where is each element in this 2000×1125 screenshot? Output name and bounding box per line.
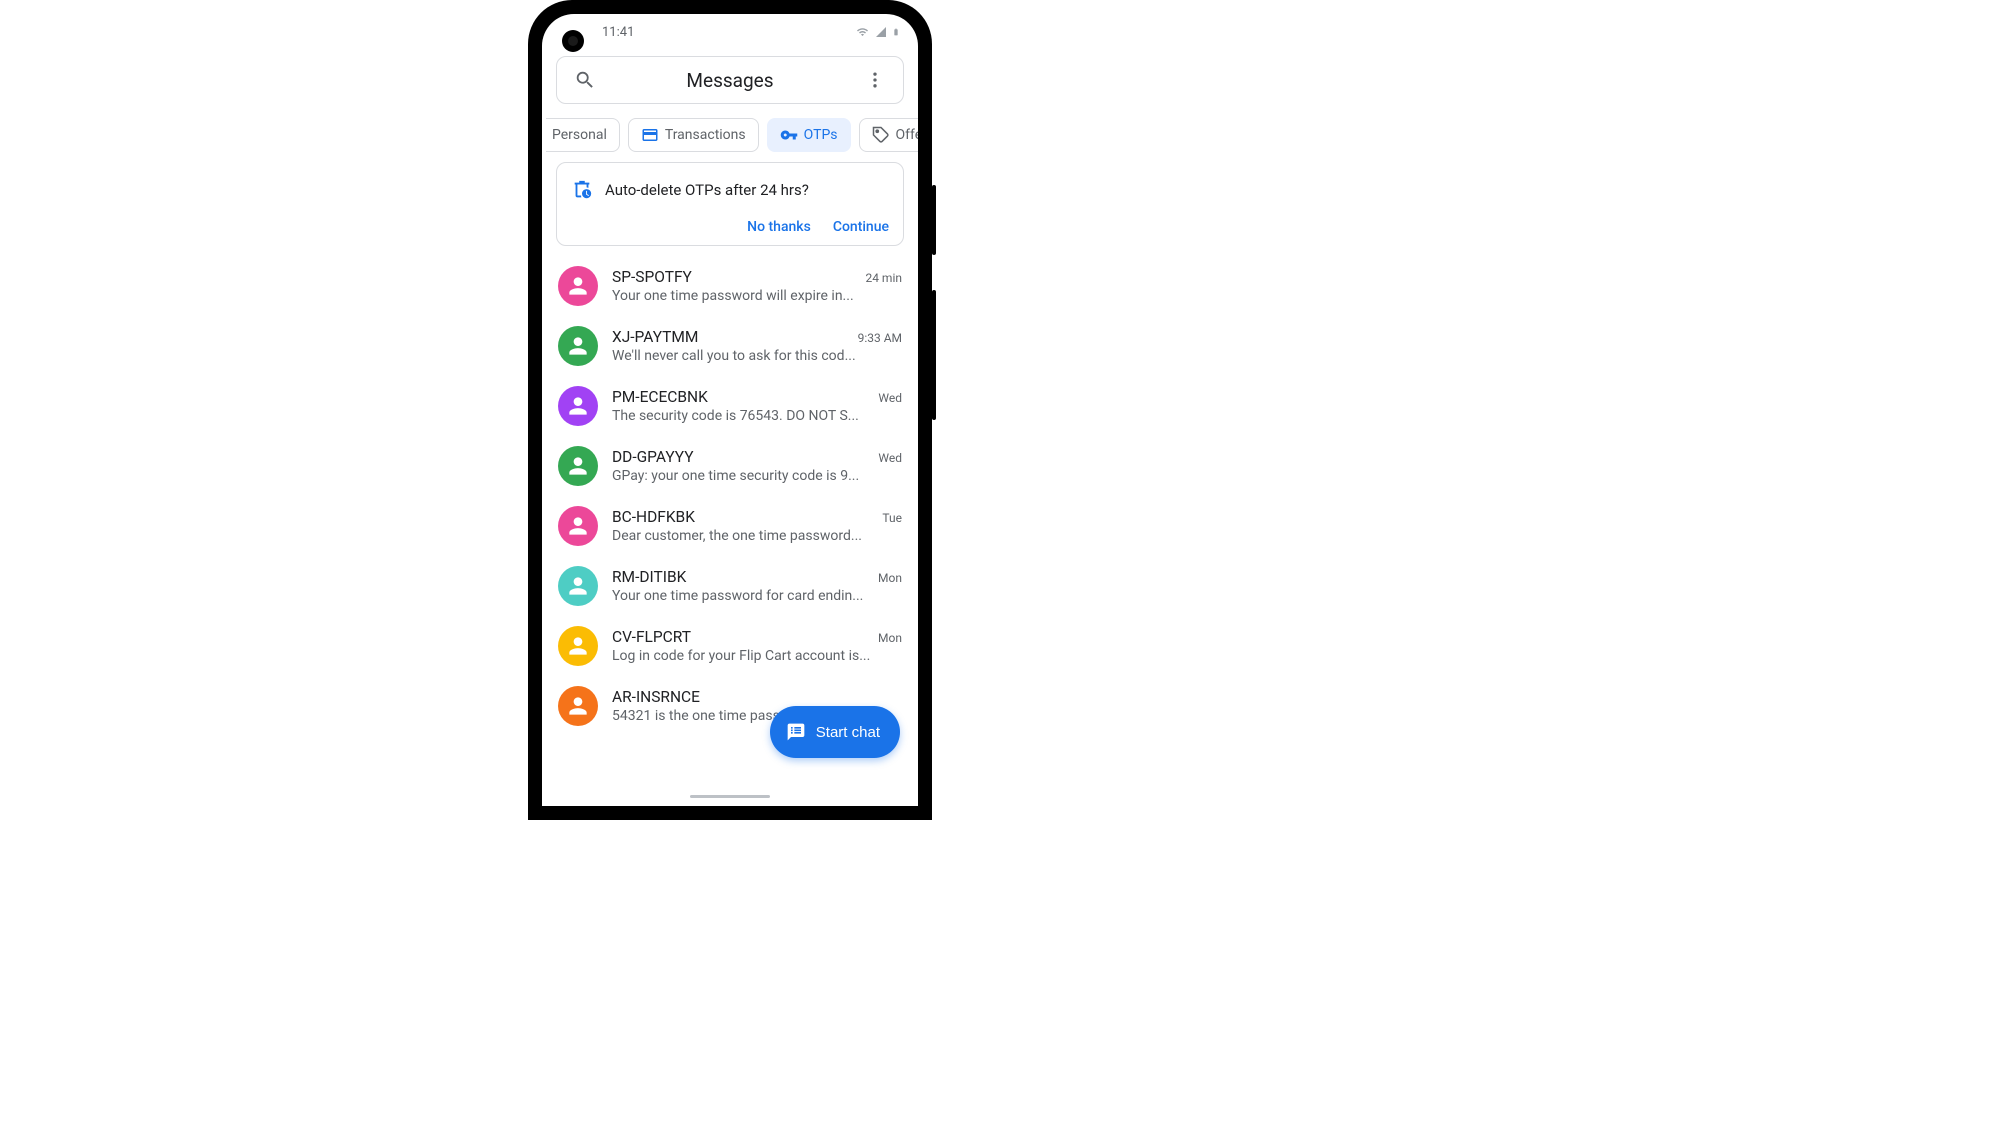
tab-label: OTPs: [804, 127, 838, 143]
timestamp: 9:33 AM: [858, 331, 902, 345]
search-icon[interactable]: [567, 62, 603, 98]
conversation-body: DD-GPAYYY Wed GPay: your one time security…: [612, 448, 902, 484]
auto-delete-icon: [571, 179, 593, 201]
fab-label: Start chat: [816, 724, 880, 741]
conversation-row[interactable]: BC-HDFKBK Tue Dear customer, the one time …: [542, 496, 918, 556]
message-preview: GPay: your one time security code is 9..…: [612, 468, 902, 484]
timestamp: Mon: [878, 631, 902, 645]
conversation-row[interactable]: RM-DITIBK Mon Your one time password for c…: [542, 556, 918, 616]
more-icon[interactable]: [857, 62, 893, 98]
avatar: [558, 386, 598, 426]
timestamp: Tue: [882, 511, 902, 525]
wifi-icon: [855, 26, 870, 38]
avatar: [558, 266, 598, 306]
timestamp: Wed: [878, 391, 902, 405]
tab-label: Offers: [896, 127, 919, 143]
category-tabs: Personal Transactions OTPs Offers: [542, 108, 918, 162]
chat-icon: [786, 722, 806, 742]
prompt-text: Auto-delete OTPs after 24 hrs?: [605, 181, 809, 199]
card-icon: [641, 126, 659, 144]
message-preview: Log in code for your Flip Cart account i…: [612, 648, 902, 664]
conversation-row[interactable]: SP-SPOTFY 24 min Your one time password wi…: [542, 256, 918, 316]
conversation-body: SP-SPOTFY 24 min Your one time password wi…: [612, 268, 902, 304]
tab-transactions[interactable]: Transactions: [628, 118, 759, 152]
conversation-body: BC-HDFKBK Tue Dear customer, the one time …: [612, 508, 902, 544]
avatar: [558, 326, 598, 366]
sender-name: SP-SPOTFY: [612, 268, 692, 286]
avatar: [558, 446, 598, 486]
sender-name: RM-DITIBK: [612, 568, 686, 586]
continue-button[interactable]: Continue: [833, 219, 889, 235]
tab-otps[interactable]: OTPs: [767, 118, 851, 152]
conversation-row[interactable]: CV-FLPCRT Mon Log in code for your Flip Ca…: [542, 616, 918, 676]
no-thanks-button[interactable]: No thanks: [747, 219, 811, 235]
sender-name: DD-GPAYYY: [612, 448, 694, 466]
timestamp: 24 min: [865, 271, 902, 285]
message-preview: We'll never call you to ask for this cod…: [612, 348, 902, 364]
conversation-body: XJ-PAYTMM 9:33 AM We'll never call you to …: [612, 328, 902, 364]
status-icons: [855, 25, 900, 39]
status-bar: 11:41: [542, 14, 918, 50]
tab-personal[interactable]: Personal: [546, 118, 620, 152]
avatar: [558, 626, 598, 666]
tab-label: Personal: [552, 127, 607, 143]
start-chat-fab[interactable]: Start chat: [770, 706, 900, 758]
app-bar[interactable]: Messages: [556, 56, 904, 104]
timestamp: Wed: [878, 451, 902, 465]
tab-offers[interactable]: Offers: [859, 118, 919, 152]
sender-name: XJ-PAYTMM: [612, 328, 698, 346]
message-preview: Your one time password for card endin...: [612, 588, 902, 604]
key-icon: [780, 126, 798, 144]
conversation-body: RM-DITIBK Mon Your one time password for c…: [612, 568, 902, 604]
status-time: 11:41: [602, 25, 634, 40]
timestamp: Mon: [878, 571, 902, 585]
avatar: [558, 506, 598, 546]
message-preview: The security code is 76543. DO NOT S...: [612, 408, 902, 424]
battery-icon: [892, 25, 900, 39]
app-title: Messages: [603, 69, 857, 92]
sender-name: BC-HDFKBK: [612, 508, 695, 526]
conversation-row[interactable]: XJ-PAYTMM 9:33 AM We'll never call you to …: [542, 316, 918, 376]
nav-handle[interactable]: [690, 795, 770, 798]
camera-cutout: [562, 30, 584, 52]
tag-icon: [872, 126, 890, 144]
conversation-row[interactable]: PM-ECECBNK Wed The security code is 76543.…: [542, 376, 918, 436]
message-preview: Your one time password will expire in...: [612, 288, 902, 304]
tab-label: Transactions: [665, 127, 746, 143]
avatar: [558, 686, 598, 726]
signal-icon: [874, 26, 888, 38]
sender-name: AR-INSRNCE: [612, 688, 700, 706]
sender-name: PM-ECECBNK: [612, 388, 708, 406]
conversation-row[interactable]: DD-GPAYYY Wed GPay: your one time security…: [542, 436, 918, 496]
conversation-body: CV-FLPCRT Mon Log in code for your Flip Ca…: [612, 628, 902, 664]
phone-screen: 11:41 Messages Personal Trans: [542, 14, 918, 806]
phone-frame: 11:41 Messages Personal Trans: [528, 0, 932, 820]
avatar: [558, 566, 598, 606]
sender-name: CV-FLPCRT: [612, 628, 691, 646]
auto-delete-prompt: Auto-delete OTPs after 24 hrs? No thanks…: [556, 162, 904, 246]
conversation-body: PM-ECECBNK Wed The security code is 76543.…: [612, 388, 902, 424]
message-preview: Dear customer, the one time password...: [612, 528, 902, 544]
